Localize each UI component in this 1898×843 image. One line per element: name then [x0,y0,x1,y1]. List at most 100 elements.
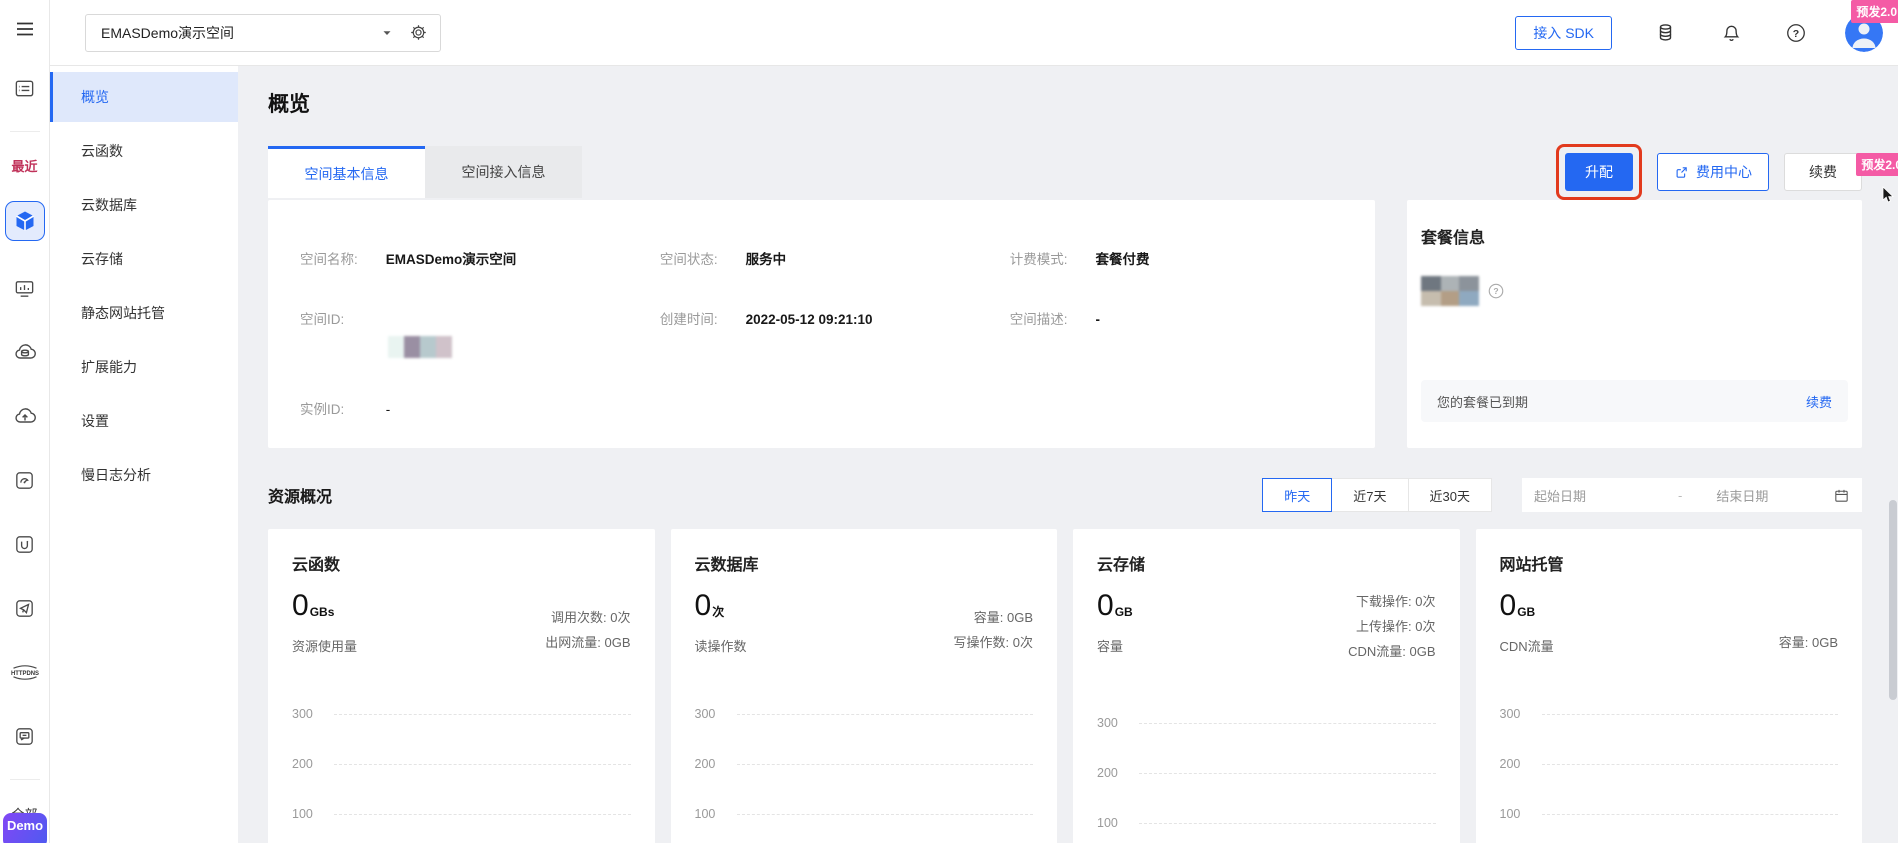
date-range-separator: - [1678,487,1683,503]
usage-chart: 300 200 100 [292,689,631,839]
notifications-bell-icon[interactable] [1720,21,1743,44]
rail-item-gauge[interactable] [8,463,42,497]
plan-info-card: 套餐信息 ? 您的套餐已到期 续费 [1407,200,1862,448]
field-space-id: 空间ID: [300,308,660,358]
sidebar-item-cloud-function[interactable]: 云函数 [50,126,238,176]
field-space-status: 空间状态: 服务中 [659,252,787,267]
filter-last-7-days[interactable]: 近7天 [1331,478,1409,512]
page-title: 概览 [268,93,310,116]
plan-expired-notice: 您的套餐已到期 [1437,394,1529,410]
resource-card-cloud-function: 云函数 0GBs 资源使用量 调用次数: 0次 出网流量: 0GB 300 20… [268,529,655,843]
plan-card-title: 套餐信息 [1421,230,1486,247]
topbar-right: 接入 SDK ? [1515,13,1883,52]
rail-item-feedback[interactable] [8,719,42,753]
plan-name-redacted-value [1421,276,1479,306]
svg-text:HTTPDNS: HTTPDNS [10,670,38,676]
tab-space-basic-info[interactable]: 空间基本信息 [268,146,425,198]
annotation-highlight-box: 升配 [1556,144,1642,200]
access-sdk-button[interactable]: 接入 SDK [1515,15,1612,50]
sidebar-item-slow-log[interactable]: 慢日志分析 [50,450,238,500]
rail-item-cloud-storage[interactable] [8,399,42,433]
billing-center-button[interactable]: 费用中心 [1657,153,1769,191]
cube-icon [13,209,37,233]
space-info-card: 空间名称: EMASDemo演示空间 空间状态: 服务中 计费模式: 套餐付费 [268,200,1375,448]
metric-value: 0GB [1499,589,1536,622]
metric-stats: 容量: 0GB [1778,635,1838,650]
tab-space-access-info[interactable]: 空间接入信息 [425,146,582,198]
renew-button[interactable]: 续费 预发2.0 [1784,153,1898,191]
field-space-description: 空间描述: - [1009,312,1101,327]
date-range-picker[interactable]: 起始日期 - 结束日期 [1522,478,1862,512]
mouse-cursor [1882,186,1896,204]
resources-section-title: 资源概况 [268,489,333,506]
rail-divider-bottom [9,779,40,780]
resource-card-cloud-storage: 云存储 0GB 容量 下载操作: 0次 上传操作: 0次 CDN流量: 0GB [1073,529,1460,843]
metric-stats: 下载操作: 0次 上传操作: 0次 CDN流量: 0GB [1348,594,1436,659]
rail-item-cloud-database[interactable] [8,335,42,369]
filter-yesterday[interactable]: 昨天 [1262,478,1333,512]
workspace-selector-value: EMASDemo演示空间 [101,24,235,41]
sidebar-item-static-hosting[interactable]: 静态网站托管 [50,288,238,338]
resource-card-web-hosting: 网站托管 0GB CDN流量 容量: 0GB 300 200 100 [1475,529,1862,843]
metric-label: 容量 [1097,639,1124,654]
upgrade-button[interactable]: 升配 [1565,153,1633,191]
chevron-down-icon [381,27,393,39]
calendar-icon[interactable] [1833,487,1850,504]
help-icon[interactable]: ? [1785,22,1807,44]
topbar: EMASDemo演示空间 接入 SDK ? [50,0,1898,66]
rail-item-httpdns[interactable]: HTTPDNS [8,655,42,689]
sidebar-item-cloud-storage[interactable]: 云存储 [50,234,238,284]
sidebar-item-extensions[interactable]: 扩展能力 [50,342,238,392]
metric-label: 资源使用量 [292,639,358,654]
plan-help-icon[interactable]: ? [1487,282,1505,300]
field-billing-mode: 计费模式: 套餐付费 [1009,252,1150,267]
svg-text:?: ? [1493,286,1498,296]
usage-chart: 300 200 100 [1500,689,1838,839]
env-badge-renew: 预发2.0 [1856,153,1898,176]
hamburger-menu-icon[interactable] [13,17,37,41]
time-range-segmented-control: 昨天 近7天 近30天 [1262,478,1492,512]
rail-recent-label: 最近 [11,159,38,174]
usage-chart: 300 200 100 [1097,698,1436,843]
field-create-time: 创建时间: 2022-05-12 09:21:10 [659,312,873,327]
rail-divider [9,131,40,132]
sidebar-item-overview[interactable]: 概览 [50,72,238,122]
sidebar-nav: 概览 云函数 云数据库 云存储 静态网站托管 扩展能力 设置 慢日志分析 [50,66,238,843]
rail-item-emas-serverless-active[interactable] [4,201,45,241]
app-root: 最近 HTTPDNS 全部 Demo [0,0,1898,843]
field-space-name: 空间名称: EMASDemo演示空间 [300,252,517,267]
rail-item-waveform[interactable] [8,527,42,561]
metric-value: 0次 [694,589,725,622]
metric-stats: 容量: 0GB 写操作数: 0次 [953,610,1033,650]
field-instance-id: 实例ID: - [300,402,391,417]
plan-renew-link[interactable]: 续费 [1806,392,1832,411]
page-actions: 升配 费用中心 续费 预发2.0 [1556,144,1898,200]
svg-text:?: ? [1793,27,1799,39]
env-badge-topright: 预发2.0 [1851,0,1898,23]
metric-label: 读操作数 [694,639,747,654]
workspace-list-icon[interactable] [8,71,42,105]
metric-label: CDN流量 [1499,639,1554,654]
main-content: 概览 空间基本信息 空间接入信息 升配 费用中心 续费 预发2.0 空间名称: … [238,66,1898,843]
external-link-icon [1674,165,1689,180]
billing-center-label: 费用中心 [1696,164,1752,180]
rail-item-send[interactable] [8,591,42,625]
resource-card-cloud-database: 云数据库 0次 读操作数 容量: 0GB 写操作数: 0次 300 200 10… [670,529,1057,843]
metric-value: 0GBs [292,589,335,622]
plan-expired-bar: 您的套餐已到期 续费 [1421,380,1848,422]
demo-environment-badge: Demo [3,813,47,843]
metric-value: 0GB [1097,589,1133,622]
sidebar-item-settings[interactable]: 设置 [50,396,238,446]
space-id-redacted-value [388,336,660,358]
sidebar-item-cloud-database[interactable]: 云数据库 [50,180,238,230]
workspace-selector[interactable]: EMASDemo演示空间 [85,13,441,52]
end-date-placeholder[interactable]: 结束日期 [1716,486,1768,505]
rail-item-monitor[interactable] [8,271,42,305]
metric-stats: 调用次数: 0次 出网流量: 0GB [545,610,631,650]
billing-coins-icon[interactable] [1654,21,1678,45]
vertical-scrollbar-thumb[interactable] [1889,500,1897,700]
workspace-settings-gear-icon[interactable] [409,23,428,42]
usage-chart: 300 200 100 [695,689,1033,839]
start-date-placeholder[interactable]: 起始日期 [1534,486,1586,505]
filter-last-30-days[interactable]: 近30天 [1407,478,1492,512]
